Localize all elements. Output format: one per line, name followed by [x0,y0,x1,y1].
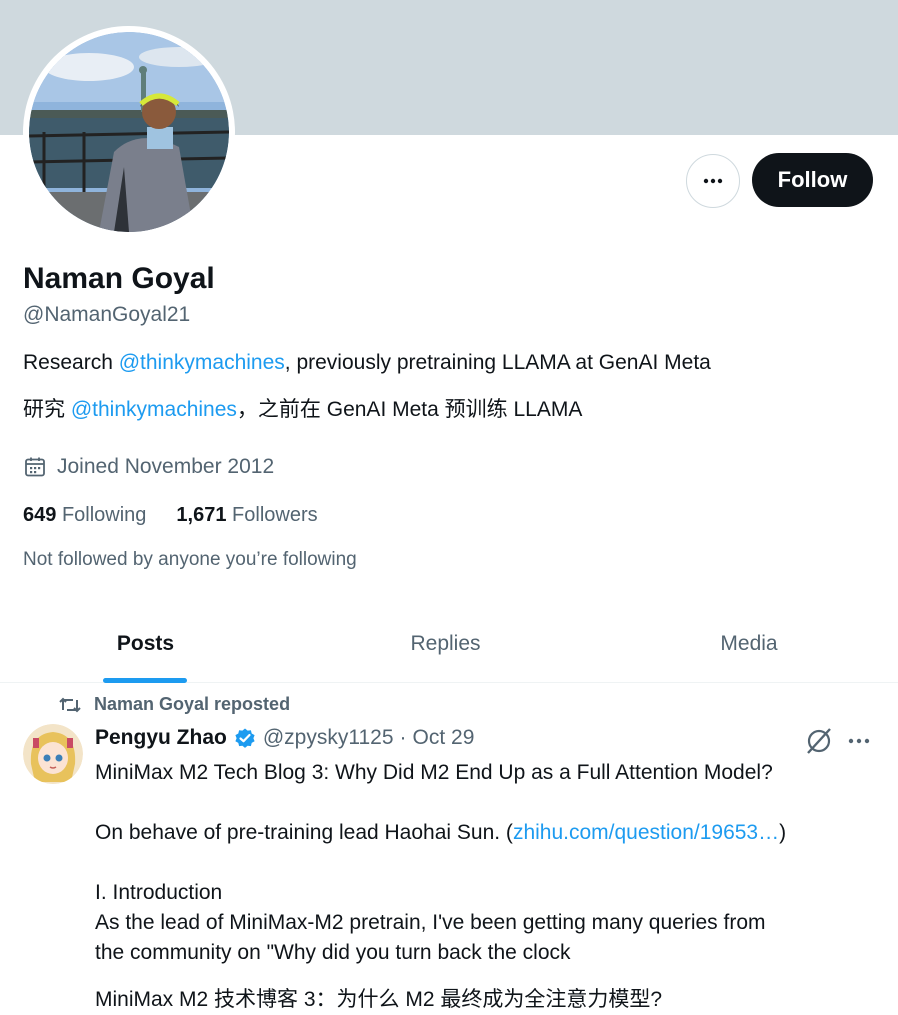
post-text-line: MiniMax M2 Tech Blog 3: Why Did M2 End U… [95,761,773,784]
repost-indicator: Naman Goyal reposted [58,694,290,715]
tab-replies[interactable]: Replies [291,605,600,683]
tab-label: Media [720,632,778,655]
follow-stats: 649 Following 1,671 Followers [23,504,318,527]
post-link[interactable]: zhihu.com/question/19653… [513,821,779,844]
repost-label[interactable]: Naman Goyal reposted [94,694,290,715]
post-more-button[interactable] [846,728,872,759]
author-avatar-image [23,724,83,784]
joined-text: Joined November 2012 [57,455,275,478]
profile-avatar[interactable] [23,26,235,238]
bio-line-1: Research @thinkymachines, previously pre… [23,351,711,375]
post-header: Pengyu Zhao @zpysky1125 · Oct 29 [95,726,474,750]
post-text: ) [779,821,787,844]
repost-icon [59,697,81,712]
followers-count: 1,671 [176,504,227,526]
grok-icon [807,728,831,754]
separator-dot: · [399,726,407,749]
verified-badge-icon[interactable] [233,726,257,750]
post-text: On behave of pre-training lead Haohai Su… [95,821,513,844]
not-followed-note: Not followed by anyone you’re following [23,549,357,570]
tab-label: Replies [410,632,481,655]
profile-handle: @NamanGoyal21 [23,303,191,326]
tab-label: Posts [116,632,175,655]
post-text-line: I. Introduction [95,881,223,904]
more-horizontal-icon [703,178,723,184]
bio-text: Research [23,351,119,374]
following-link[interactable]: 649 Following [23,504,146,527]
profile-name: Naman Goyal [23,262,215,295]
followers-label: Followers [232,504,318,526]
following-count: 649 [23,504,57,526]
bio-text: ，之前在 GenAI Meta 预训练 LLAMA [236,398,583,421]
profile-photo [29,32,229,232]
tab-posts[interactable]: Posts [0,605,291,683]
mention-link[interactable]: @thinkymachines [119,351,285,374]
followers-link[interactable]: 1,671 Followers [176,504,317,527]
post-author-name[interactable]: Pengyu Zhao [95,726,227,750]
profile-tabs: Posts Replies Media [0,605,898,683]
following-label: Following [61,504,147,526]
calendar-icon [25,457,45,477]
more-horizontal-icon [848,738,870,744]
more-options-button[interactable] [686,154,740,208]
post-text-line: On behave of pre-training lead Haohai Su… [95,821,786,845]
grok-button[interactable] [804,726,834,761]
tab-media[interactable]: Media [600,605,898,683]
joined-date: Joined November 2012 [23,455,274,479]
post-date[interactable]: Oct 29 [413,726,475,750]
post-text-line: As the lead of MiniMax-M2 pretrain, I've… [95,911,766,934]
bio-text: 研究 [23,398,71,421]
bio-line-2: 研究 @thinkymachines，之前在 GenAI Meta 预训练 LL… [23,393,582,423]
follow-button[interactable]: Follow [752,153,873,207]
post-author-handle[interactable]: @zpysky1125 [263,726,394,750]
mention-link[interactable]: @thinkymachines [71,398,237,421]
post-text-line: the community on "Why did you turn back … [95,941,571,964]
post-translation-line: MiniMax M2 技术博客 3：为什么 M2 最终成为全注意力模型? [95,988,663,1011]
bio-text: , previously pretraining LLAMA at GenAI … [284,351,711,374]
active-tab-indicator [103,678,187,683]
post-author-avatar[interactable] [23,724,83,784]
